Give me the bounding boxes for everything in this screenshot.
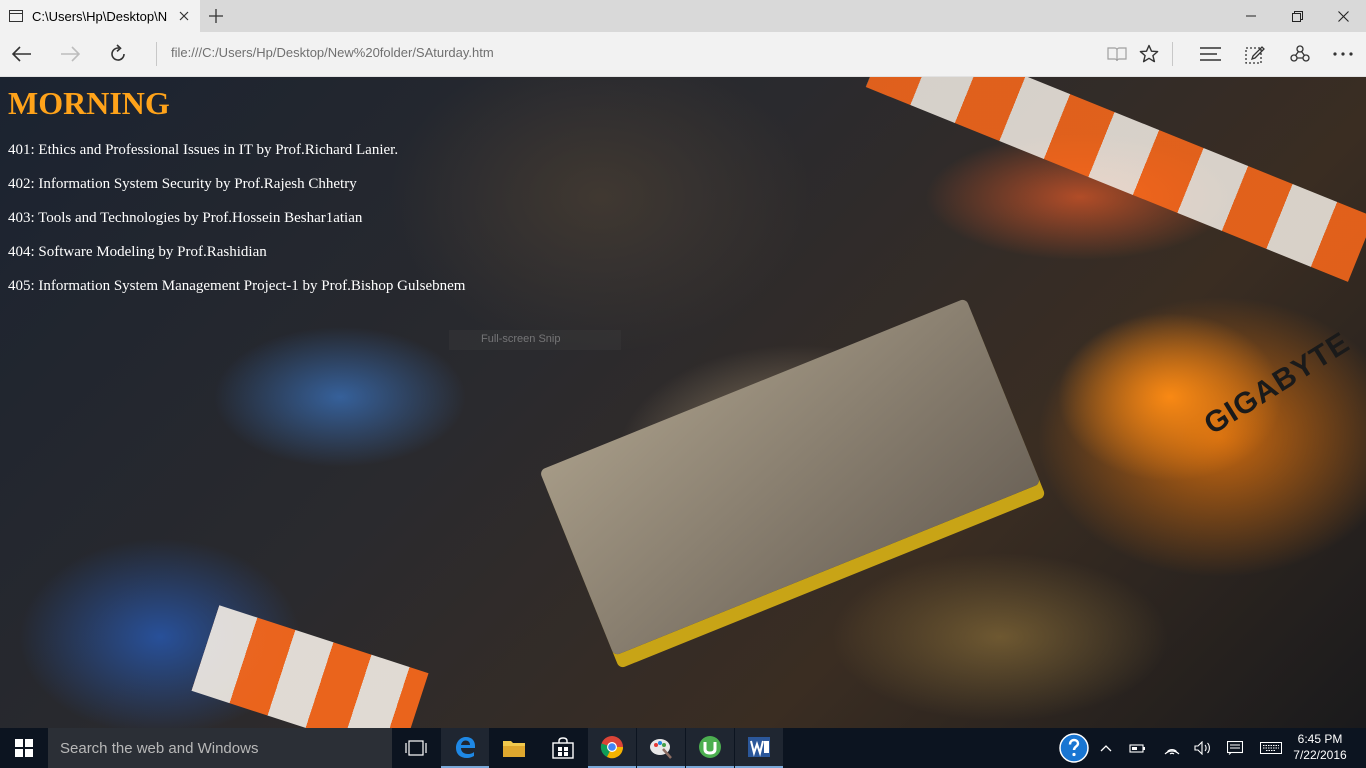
tab-bar: C:\Users\Hp\Desktop\N [0, 0, 1366, 32]
action-center-icon[interactable] [1219, 728, 1251, 768]
reading-view-icon[interactable] [1100, 38, 1134, 70]
search-input[interactable]: Search the web and Windows [48, 728, 392, 768]
page-content: MORNING 401: Ethics and Professional Iss… [8, 85, 465, 295]
course-item: 404: Software Modeling by Prof.Rashidian [8, 244, 267, 260]
more-icon[interactable] [1326, 38, 1360, 70]
share-icon[interactable] [1283, 38, 1317, 70]
paint-icon[interactable] [637, 728, 685, 768]
taskbar: Search the web and Windows 6:45 PM 7/22/… [0, 728, 1366, 768]
clock-time: 6:45 PM [1297, 732, 1343, 746]
browser-tab[interactable]: C:\Users\Hp\Desktop\N [0, 0, 200, 32]
course-item: 405: Information System Management Proje… [8, 278, 466, 294]
chrome-icon[interactable] [588, 728, 636, 768]
clock-date: 7/22/2016 [1293, 748, 1347, 762]
word-icon[interactable] [735, 728, 783, 768]
address-bar[interactable]: file:///C:/Users/Hp/Desktop/New%20folder… [171, 45, 494, 60]
edge-icon[interactable] [441, 728, 489, 768]
system-clock[interactable]: 6:45 PM 7/22/2016 [1290, 731, 1350, 763]
keyboard-icon[interactable] [1255, 728, 1287, 768]
windows-start-icon[interactable] [0, 728, 48, 768]
background-brand: GIGABYTE [1198, 325, 1356, 442]
wifi-icon[interactable] [1156, 728, 1188, 768]
address-separator [156, 42, 157, 66]
refresh-icon[interactable] [101, 38, 135, 70]
task-view-icon[interactable] [392, 728, 440, 768]
course-item: 403: Tools and Technologies by Prof.Hoss… [8, 210, 363, 226]
new-tab-icon[interactable] [204, 4, 228, 28]
close-icon[interactable] [1320, 0, 1366, 32]
minimize-icon[interactable] [1228, 0, 1274, 32]
battery-icon[interactable] [1122, 728, 1154, 768]
back-icon[interactable] [5, 38, 39, 70]
page-viewport: GIGABYTE MORNING 401: Ethics and Profess… [0, 77, 1366, 728]
tab-close-icon[interactable] [176, 8, 192, 24]
forward-icon[interactable] [53, 38, 87, 70]
course-item: 402: Information System Security by Prof… [8, 176, 357, 192]
show-hidden-icon[interactable] [1090, 728, 1122, 768]
file-explorer-icon[interactable] [490, 728, 538, 768]
background-stripe [191, 605, 429, 728]
snip-overlay-hint: Full-screen Snip [449, 330, 621, 350]
page-heading: MORNING [8, 85, 170, 121]
help-icon[interactable] [1058, 728, 1090, 768]
course-item: 401: Ethics and Professional Issues in I… [8, 142, 399, 158]
page-icon [8, 8, 24, 24]
toolbar-separator [1172, 42, 1173, 66]
background-chip [539, 298, 1041, 656]
utorrent-icon[interactable] [686, 728, 734, 768]
web-note-icon[interactable] [1238, 38, 1272, 70]
background-stripe [865, 77, 1366, 282]
navigation-bar: file:///C:/Users/Hp/Desktop/New%20folder… [0, 32, 1366, 77]
restore-icon[interactable] [1274, 0, 1320, 32]
store-icon[interactable] [539, 728, 587, 768]
volume-icon[interactable] [1187, 728, 1219, 768]
tab-title: C:\Users\Hp\Desktop\N [32, 8, 168, 24]
favorites-star-icon[interactable] [1132, 38, 1166, 70]
hub-icon[interactable] [1194, 38, 1228, 70]
